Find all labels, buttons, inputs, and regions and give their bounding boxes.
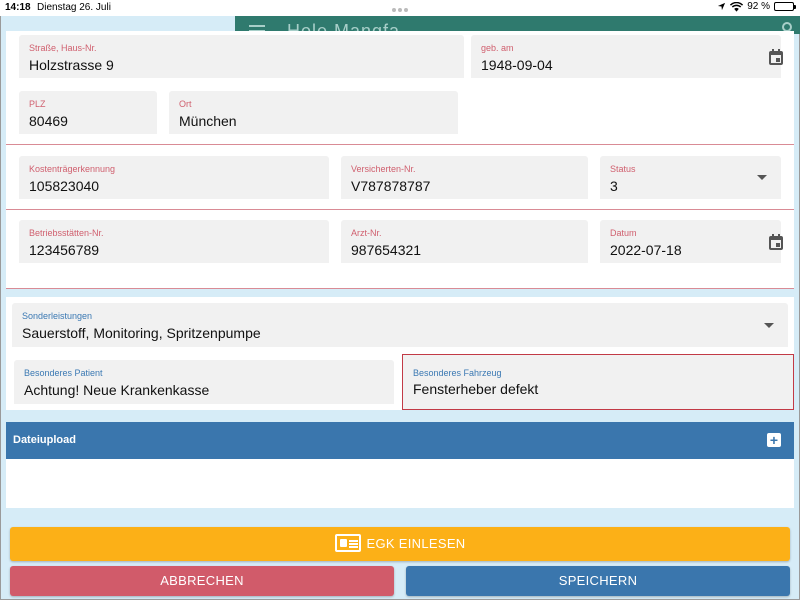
status-value: 3 (610, 178, 618, 194)
doctor-no-field[interactable]: Arzt-Nr. 987654321 (341, 220, 588, 263)
payer-id-value: 105823040 (29, 178, 100, 194)
city-field[interactable]: Ort München (169, 91, 458, 134)
birthdate-value: 1948-09-04 (481, 57, 553, 73)
status-indicators: 92 % (717, 1, 796, 12)
id-card-icon (334, 534, 361, 553)
special-vehicle-label: Besonderes Fahrzeug (413, 368, 502, 378)
insured-no-field[interactable]: Versicherten-Nr. V787878787 (341, 156, 588, 199)
payer-id-field[interactable]: Kostenträgerkennung 105823040 (19, 156, 329, 199)
payer-id-label: Kostenträgerkennung (29, 164, 116, 174)
doctor-no-value: 987654321 (351, 242, 422, 258)
read-egk-label: EGK EINLESEN (366, 536, 466, 551)
section-divider (6, 144, 794, 145)
status-label: Status (610, 164, 636, 174)
special-services-value: Sauerstoff, Monitoring, Spritzenpumpe (22, 325, 261, 341)
insured-no-label: Versicherten-Nr. (351, 164, 416, 174)
chevron-down-icon[interactable] (757, 175, 767, 180)
add-file-button[interactable]: + (767, 433, 781, 447)
street-value: Holzstrasse 9 (29, 57, 114, 73)
location-icon (718, 2, 726, 11)
battery-percent: 92 % (747, 1, 770, 12)
wifi-icon (730, 1, 744, 12)
date-label: Datum (610, 228, 637, 238)
zip-value: 80469 (29, 113, 68, 129)
save-button[interactable]: SPEICHERN (406, 566, 790, 596)
street-label: Straße, Haus-Nr. (29, 43, 97, 53)
file-upload-panel: Dateiupload + (6, 422, 794, 508)
status-bar: 14:18 Dienstag 26. Juli 92 % (0, 0, 800, 16)
date-field[interactable]: Datum 2022-07-18 (600, 220, 783, 263)
multitask-dots[interactable] (392, 4, 410, 15)
section-divider (6, 209, 794, 210)
special-patient-label: Besonderes Patient (24, 368, 103, 378)
extras-card: Sonderleistungen Sauerstoff, Monitoring,… (6, 297, 794, 410)
site-no-field[interactable]: Betriebsstätten-Nr. 123456789 (19, 220, 329, 263)
doctor-no-label: Arzt-Nr. (351, 228, 382, 238)
birthdate-field[interactable]: geb. am 1948-09-04 (471, 35, 783, 78)
birthdate-label: geb. am (481, 43, 514, 53)
patient-form-card: Straße, Haus-Nr. Holzstrasse 9 geb. am 1… (6, 31, 794, 289)
date-value: 2022-07-18 (610, 242, 682, 258)
file-upload-header: Dateiupload + (6, 422, 794, 459)
status-time: 14:18 (5, 2, 31, 13)
status-select[interactable]: Status 3 (600, 156, 781, 199)
site-no-value: 123456789 (29, 242, 100, 258)
battery-icon (774, 2, 796, 11)
chevron-down-icon[interactable] (764, 323, 774, 328)
site-no-label: Betriebsstätten-Nr. (29, 228, 104, 238)
zip-label: PLZ (29, 99, 46, 109)
insured-no-value: V787878787 (351, 178, 431, 194)
city-label: Ort (179, 99, 192, 109)
special-patient-field[interactable]: Besonderes Patient Achtung! Neue Kranken… (14, 360, 394, 404)
file-upload-title: Dateiupload (13, 434, 76, 446)
read-egk-button[interactable]: EGK EINLESEN (10, 527, 790, 561)
special-patient-value: Achtung! Neue Krankenkasse (24, 382, 210, 398)
special-vehicle-value: Fensterheber defekt (413, 381, 539, 397)
status-date: Dienstag 26. Juli (37, 2, 111, 13)
city-value: München (179, 113, 237, 129)
special-services-label: Sonderleistungen (22, 311, 93, 321)
special-vehicle-field[interactable]: Besonderes Fahrzeug Fensterheber defekt (402, 354, 794, 410)
special-services-select[interactable]: Sonderleistungen Sauerstoff, Monitoring,… (12, 303, 788, 347)
cancel-button[interactable]: ABBRECHEN (10, 566, 394, 596)
street-field[interactable]: Straße, Haus-Nr. Holzstrasse 9 (19, 35, 464, 78)
zip-field[interactable]: PLZ 80469 (19, 91, 157, 134)
section-divider (6, 288, 794, 289)
